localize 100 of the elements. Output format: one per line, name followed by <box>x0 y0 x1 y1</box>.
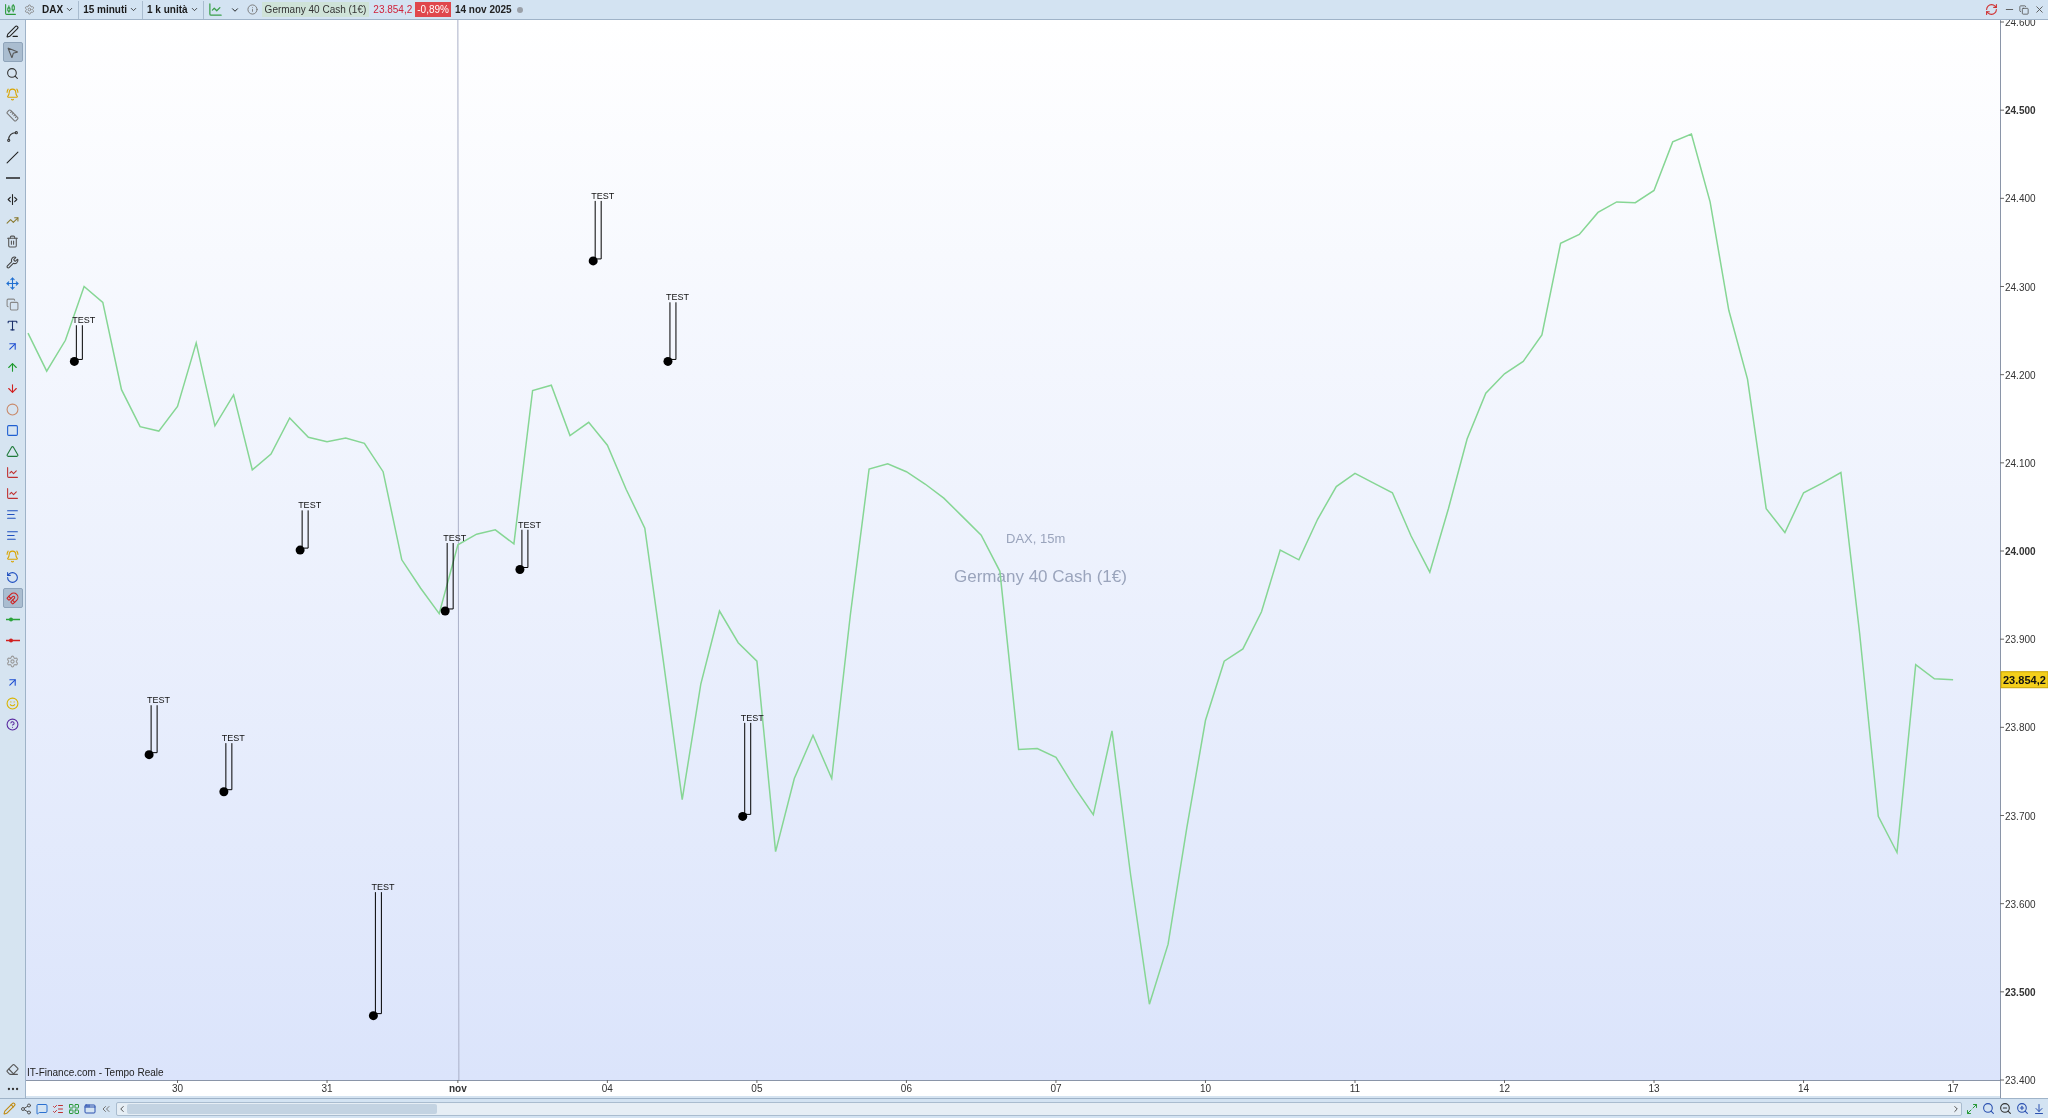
scroll-right-icon[interactable] <box>1951 1103 1961 1114</box>
date-tick-label: 17 <box>1947 1083 1959 1094</box>
settings-icon <box>6 654 19 668</box>
caret-icon <box>65 5 75 14</box>
data-source-label: IT-Finance.com - Tempo Reale <box>27 1067 164 1078</box>
date-tick-label: 13 <box>1648 1083 1660 1094</box>
price-tick-label: 24.400 <box>2005 193 2036 205</box>
lines-icon <box>6 528 19 542</box>
list-icon[interactable] <box>52 1102 64 1115</box>
symbol-dropdown[interactable]: DAX <box>38 0 80 19</box>
up-arrow-icon <box>6 360 19 374</box>
price-tick-label: 23.700 <box>2005 810 2036 822</box>
test-marker[interactable] <box>69 324 83 366</box>
date-tick-label: nov <box>449 1083 467 1094</box>
bell-icon <box>6 87 19 101</box>
down-arrow-icon <box>6 381 19 395</box>
line-segment-icon <box>5 637 20 643</box>
date-tick-label: 14 <box>1798 1083 1810 1094</box>
instrument-name: Germany 40 Cash (1€) <box>261 2 370 17</box>
undo-icon <box>6 570 19 584</box>
grid-icon[interactable] <box>68 1102 80 1115</box>
eraser-icon[interactable] <box>6 1063 19 1076</box>
pointer-icon <box>6 45 19 59</box>
date-tick-label: 06 <box>900 1083 912 1094</box>
price-tick-label: 23.500 <box>2005 986 2036 998</box>
marker-label: TEST <box>371 882 395 893</box>
close-icon[interactable] <box>2034 4 2045 15</box>
share-icon[interactable] <box>20 1102 32 1115</box>
price-tick-label: 24.100 <box>2005 457 2036 469</box>
zoom-in-icon[interactable] <box>2016 1102 2029 1115</box>
candlestick-icon[interactable] <box>4 3 17 16</box>
trash-icon <box>6 234 19 248</box>
current-price-tag: 23.854,2 <box>2000 671 2048 689</box>
move-icon <box>6 276 19 290</box>
info-icon[interactable] <box>246 4 258 15</box>
restore-icon[interactable] <box>2019 4 2029 15</box>
horizontal-scrollbar[interactable] <box>116 1101 1962 1116</box>
marker-label: TEST <box>665 292 689 303</box>
zoom-fit-icon[interactable] <box>1982 1102 1995 1115</box>
window-icon[interactable] <box>84 1102 96 1115</box>
test-marker[interactable] <box>588 200 602 266</box>
magnet-tool-button[interactable] <box>2 588 23 608</box>
ruler-icon <box>6 108 19 122</box>
test-marker[interactable] <box>738 722 752 821</box>
scroll-left-icon[interactable] <box>117 1103 127 1114</box>
fit-icon[interactable] <box>1966 1102 1978 1115</box>
magnet-icon <box>6 591 19 605</box>
pencil-icon[interactable] <box>3 1102 16 1115</box>
units-dropdown[interactable]: 1 k unità <box>143 0 204 19</box>
line-chart-icon <box>6 486 19 500</box>
smile-icon <box>6 696 19 710</box>
marker-label: TEST <box>443 533 467 543</box>
pointer-tool-button[interactable] <box>2 42 23 62</box>
test-marker[interactable] <box>219 742 233 797</box>
test-marker[interactable] <box>295 509 309 555</box>
date-tick-label: 07 <box>1050 1083 1062 1094</box>
timeframe-dropdown[interactable]: 15 minuti <box>79 0 144 19</box>
comment-icon[interactable] <box>36 1102 48 1115</box>
refresh-icon[interactable] <box>1985 3 1998 16</box>
date-tick-label: 30 <box>171 1083 184 1094</box>
search-icon <box>6 66 19 80</box>
date-tick-label: 04 <box>601 1083 613 1094</box>
marker-label: TEST <box>591 190 615 201</box>
vertical-line-icon <box>6 192 19 206</box>
marker-label: TEST <box>298 500 322 511</box>
test-marker[interactable] <box>368 891 382 1021</box>
price-tick-label: 23.900 <box>2005 634 2036 646</box>
bell-icon <box>6 549 19 563</box>
segment-icon <box>6 129 19 143</box>
test-marker[interactable] <box>663 301 677 366</box>
caret-icon <box>189 5 199 14</box>
line-chart-icon <box>6 465 19 479</box>
rectangle-icon <box>6 423 19 437</box>
scroll-end-icon[interactable] <box>2033 1102 2045 1115</box>
help-icon <box>6 717 19 731</box>
triangle-icon <box>6 444 19 458</box>
lines-icon <box>6 507 19 521</box>
price-tick-label: 23.600 <box>2005 898 2036 910</box>
zoom-out-icon[interactable] <box>1999 1102 2012 1115</box>
date-tick-label: 05 <box>751 1083 763 1094</box>
price-tick-label: 24.200 <box>2005 369 2036 381</box>
test-marker[interactable] <box>515 529 529 574</box>
price-tick-label: 23.400 <box>2005 1075 2036 1086</box>
change-badge: -0,89% <box>415 2 451 17</box>
marker-label: TEST <box>72 315 96 326</box>
date-tick-label: 31 <box>321 1083 333 1094</box>
wrench-icon <box>6 255 19 269</box>
copy-icon <box>6 297 19 311</box>
price-tick-label: 24.500 <box>2005 105 2036 117</box>
ellipse-icon <box>6 402 19 416</box>
text-icon <box>6 318 19 332</box>
line-segment-icon <box>5 616 20 622</box>
date-tick-label: 10 <box>1199 1083 1212 1094</box>
marker-label: TEST <box>740 712 764 723</box>
quote-date: 14 nov 2025 <box>454 3 512 17</box>
test-marker[interactable] <box>440 542 454 616</box>
watermark-symbol: DAX, 15m <box>1006 531 1066 546</box>
date-tick-label: 11 <box>1349 1083 1361 1094</box>
pencil-icon <box>6 24 19 38</box>
test-marker[interactable] <box>144 704 158 760</box>
